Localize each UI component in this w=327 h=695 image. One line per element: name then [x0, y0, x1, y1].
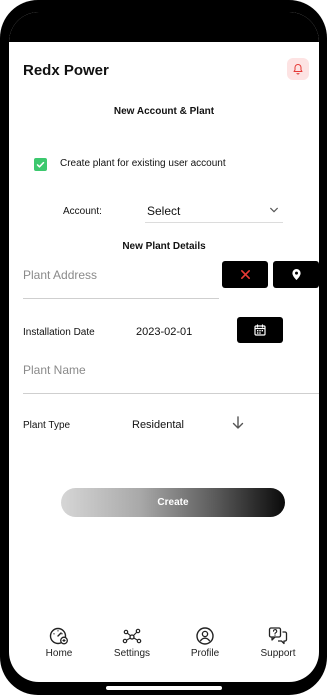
plant-name-input[interactable]: Plant Name: [23, 352, 319, 394]
bottom-tab-bar: Home Settings Profile Support: [9, 626, 319, 676]
account-select[interactable]: Select: [145, 201, 283, 223]
plant-details-title: New Plant Details: [122, 241, 206, 252]
plant-address-placeholder: Plant Address: [23, 268, 98, 282]
tab-settings[interactable]: Settings: [97, 626, 167, 659]
tab-settings-label: Settings: [113, 648, 151, 659]
notifications-button[interactable]: [287, 58, 309, 80]
installation-date-label: Installation Date: [23, 327, 95, 338]
tab-support[interactable]: Support: [243, 626, 313, 659]
profile-icon: [196, 627, 214, 645]
app-screen: Redx Power New Account & Plant Create pl…: [9, 12, 319, 682]
status-bar: [9, 12, 319, 42]
tab-home[interactable]: Home: [24, 626, 94, 659]
plant-name-placeholder: Plant Name: [23, 363, 86, 377]
calendar-icon: [254, 324, 266, 336]
existing-account-label: Create plant for existing user account: [60, 158, 226, 169]
checkmark-icon: [36, 161, 45, 168]
page-title: New Account & Plant: [113, 106, 215, 117]
phone-frame: Redx Power New Account & Plant Create pl…: [0, 0, 327, 695]
tab-profile[interactable]: Profile: [170, 626, 240, 659]
installation-date-value[interactable]: 2023-02-01: [136, 326, 192, 338]
clear-address-button[interactable]: [222, 261, 268, 288]
tab-profile-label: Profile: [190, 648, 220, 659]
pick-date-button[interactable]: [237, 317, 283, 343]
bell-icon: [293, 64, 303, 75]
settings-nodes-icon: [122, 628, 142, 644]
account-select-value: Select: [147, 204, 181, 218]
tab-support-label: Support: [260, 648, 296, 659]
existing-account-checkbox[interactable]: [34, 158, 47, 171]
locate-address-button[interactable]: [273, 261, 319, 288]
location-pin-icon: [291, 269, 301, 280]
close-icon: [240, 270, 250, 279]
support-chat-icon: [268, 627, 288, 645]
tab-home-label: Home: [45, 648, 73, 659]
home-indicator: [106, 686, 222, 690]
chevron-down-icon: [270, 207, 278, 213]
app-title: Redx Power: [23, 62, 109, 79]
arrow-down-icon[interactable]: [231, 415, 245, 431]
create-button[interactable]: Create: [61, 488, 285, 517]
home-gauge-icon: [49, 627, 68, 645]
plant-type-value[interactable]: Residental: [132, 419, 184, 431]
plant-type-label: Plant Type: [23, 420, 71, 431]
account-label: Account:: [63, 206, 102, 217]
plant-address-input[interactable]: Plant Address: [23, 257, 219, 299]
